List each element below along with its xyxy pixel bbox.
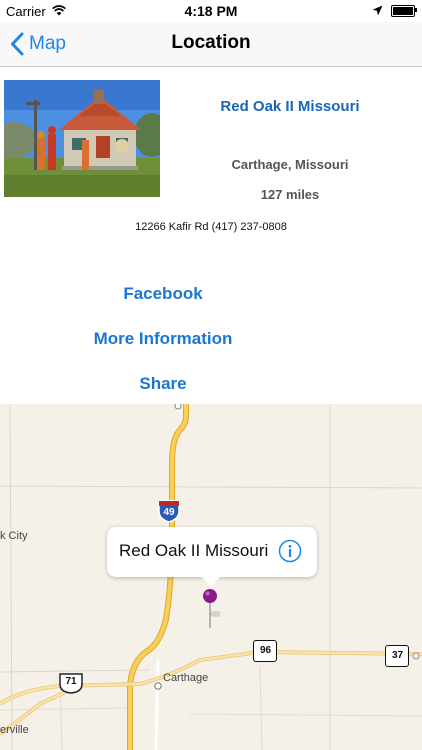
callout-title: Red Oak II Missouri <box>119 541 269 560</box>
route-96-label: 96 <box>259 645 272 656</box>
battery-cap <box>415 8 417 12</box>
place-photo <box>4 80 160 197</box>
status-bar: Carrier 4:18 PM <box>0 0 422 22</box>
status-time: 4:18 PM <box>184 3 238 19</box>
more-information-button[interactable]: More Information <box>0 329 326 349</box>
map-label-city: k City <box>0 530 28 542</box>
map-pin-icon[interactable] <box>200 588 220 630</box>
us-71-label: 71 <box>65 676 77 687</box>
place-name: Red Oak II Missouri <box>220 98 360 115</box>
share-button[interactable]: Share <box>0 374 326 394</box>
interstate-49-label: 49 <box>163 507 175 518</box>
location-arrow-icon <box>372 5 383 16</box>
map-label-town: erville <box>0 724 29 736</box>
route-37-label: 37 <box>391 650 404 661</box>
place-distance: 127 miles <box>260 187 320 202</box>
map-view[interactable]: 49 71 96 37 k City Carthage erville Red … <box>0 404 422 750</box>
info-icon[interactable] <box>278 539 302 563</box>
callout-tail <box>201 576 221 587</box>
map-callout[interactable]: Red Oak II Missouri <box>107 527 317 587</box>
facebook-button[interactable]: Facebook <box>0 284 326 304</box>
battery-icon <box>391 5 415 17</box>
navigation-bar: Map Location <box>0 22 422 67</box>
map-label-carthage: Carthage <box>163 672 209 684</box>
place-city: Carthage, Missouri <box>231 157 349 172</box>
address-phone-line[interactable]: 12266 Kafir Rd (417) 237-0808 <box>0 221 422 233</box>
page-title: Location <box>171 32 251 53</box>
